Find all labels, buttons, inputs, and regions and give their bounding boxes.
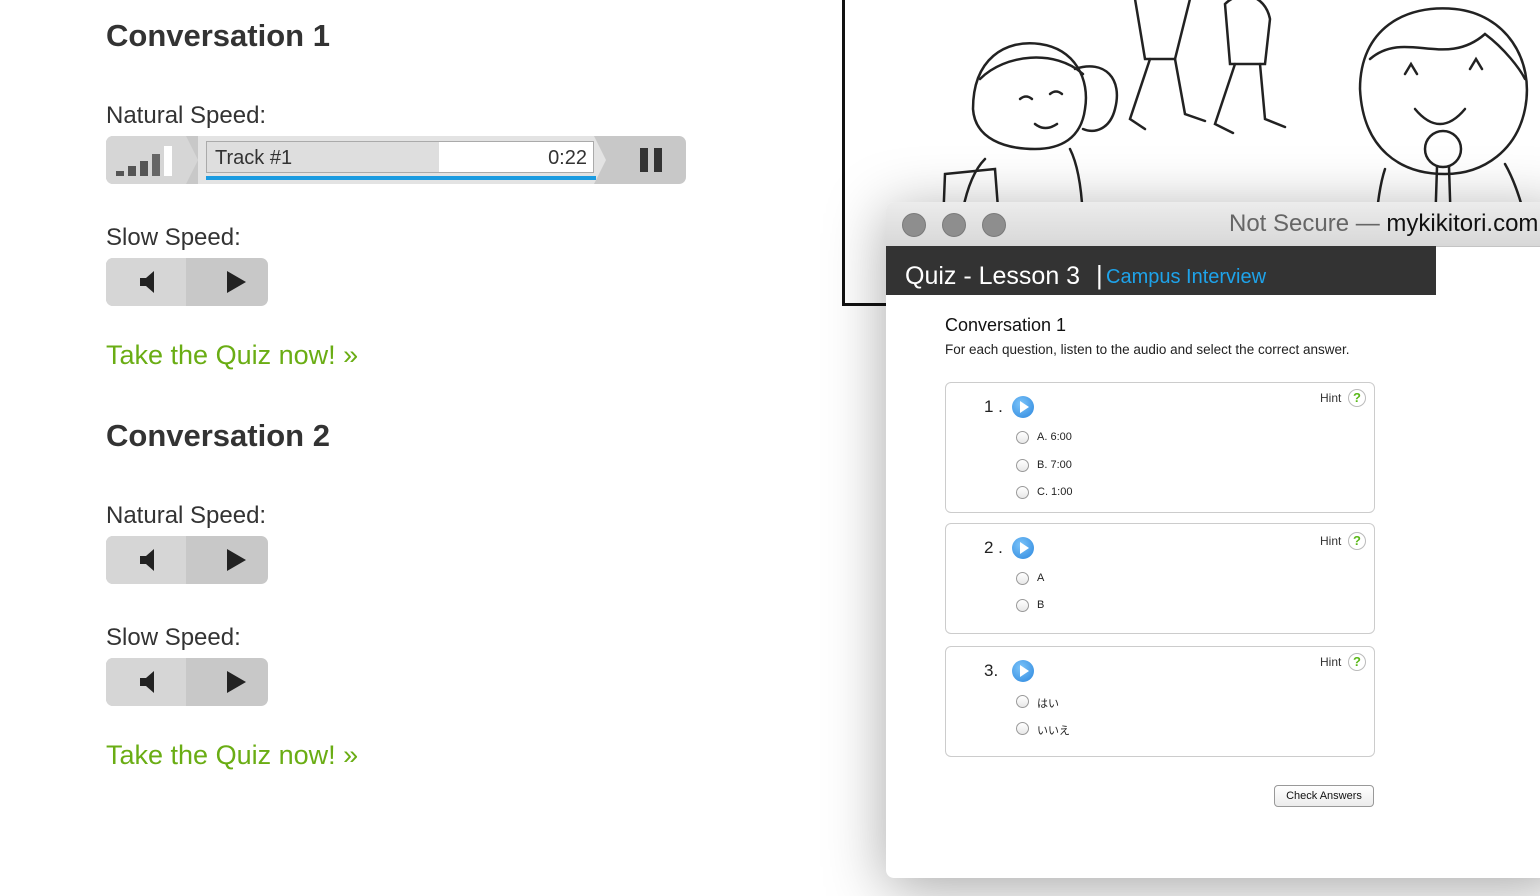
track-display[interactable]: Track #1 0:22: [206, 141, 594, 173]
hint-label: Hint: [1320, 391, 1342, 405]
quiz-window: Not Secure — mykikitori.com Quiz - Lesso…: [886, 202, 1540, 878]
question-number: 1 .: [984, 397, 1003, 416]
pause-icon[interactable]: [640, 148, 664, 172]
quiz-header: Quiz - Lesson 3 | Campus Interview: [886, 246, 1436, 295]
audio-play-icon[interactable]: [1012, 396, 1034, 418]
audio-play-icon[interactable]: [1012, 660, 1034, 682]
volume-icon[interactable]: [136, 270, 160, 294]
progress-bar[interactable]: [206, 176, 596, 180]
radio-button[interactable]: [1016, 431, 1029, 444]
play-icon[interactable]: [224, 270, 248, 294]
radio-button[interactable]: [1016, 459, 1029, 472]
window-url: Not Secure — mykikitori.com: [1229, 210, 1538, 238]
play-icon[interactable]: [224, 670, 248, 694]
radio-button[interactable]: [1016, 722, 1029, 735]
question-card-1: 1 . Hint ? A. 6:00 B. 7:00 C. 1:00: [945, 382, 1375, 513]
quiz-subtitle: Campus Interview: [1106, 266, 1267, 288]
natural-speed-label: Natural Speed:: [106, 102, 267, 129]
slow-speed-label: Slow Speed:: [106, 224, 241, 251]
audio-play-icon[interactable]: [1012, 537, 1034, 559]
audio-player-natural-2: [106, 536, 268, 584]
conversation-1-title: Conversation 1: [106, 18, 330, 53]
volume-segment[interactable]: [106, 136, 198, 184]
volume-icon[interactable]: [136, 670, 160, 694]
audio-player-expanded: Track #1 0:22: [106, 136, 686, 184]
close-window-button[interactable]: [902, 213, 926, 237]
option-label: B. 7:00: [1037, 459, 1072, 471]
quiz-conversation-heading: Conversation 1: [945, 315, 1067, 335]
option-label: B: [1037, 599, 1045, 611]
minimize-window-button[interactable]: [942, 213, 966, 237]
audio-player-slow-1: [106, 258, 268, 306]
radio-button[interactable]: [1016, 572, 1029, 585]
audio-player-slow-2: [106, 658, 268, 706]
quiz-title: Quiz - Lesson 3: [905, 262, 1081, 290]
security-status: Not Secure —: [1229, 210, 1387, 237]
question-number: 2 .: [984, 538, 1003, 557]
slow-speed-label: Slow Speed:: [106, 624, 241, 651]
question-number: 3.: [984, 661, 999, 680]
option-label: A. 6:00: [1037, 431, 1072, 443]
radio-button[interactable]: [1016, 486, 1029, 499]
hint-label: Hint: [1320, 655, 1342, 669]
title-separator: |: [1096, 260, 1103, 290]
volume-level-icon[interactable]: [116, 146, 182, 176]
take-quiz-link-1[interactable]: Take the Quiz now! »: [106, 340, 358, 371]
take-quiz-link-2[interactable]: Take the Quiz now! »: [106, 740, 358, 771]
help-icon[interactable]: ?: [1348, 653, 1366, 671]
quiz-instructions: For each question, listen to the audio a…: [945, 342, 1350, 357]
option-label: A: [1037, 572, 1045, 584]
track-time: 0:22: [548, 147, 587, 169]
window-titlebar[interactable]: Not Secure — mykikitori.com: [886, 202, 1540, 247]
zoom-window-button[interactable]: [982, 213, 1006, 237]
option-label: C. 1:00: [1037, 486, 1073, 498]
play-icon[interactable]: [224, 548, 248, 572]
check-answers-button[interactable]: Check Answers: [1274, 785, 1374, 807]
help-icon[interactable]: ?: [1348, 532, 1366, 550]
radio-button[interactable]: [1016, 695, 1029, 708]
volume-icon[interactable]: [136, 548, 160, 572]
question-card-2: 2 . Hint ? A B: [945, 523, 1375, 634]
conversation-2-title: Conversation 2: [106, 418, 330, 453]
option-label: はい: [1037, 698, 1059, 710]
question-card-3: 3. Hint ? はい いいえ: [945, 646, 1375, 757]
url-domain: mykikitori.com: [1386, 210, 1539, 237]
track-name: Track #1: [215, 147, 293, 169]
natural-speed-label: Natural Speed:: [106, 502, 267, 529]
help-icon[interactable]: ?: [1348, 389, 1366, 407]
option-label: いいえ: [1037, 725, 1070, 737]
hint-label: Hint: [1320, 534, 1342, 548]
progress-fill: [206, 176, 596, 180]
lesson-page: Conversation 1 Natural Speed: Track #1 0…: [0, 0, 840, 896]
radio-button[interactable]: [1016, 599, 1029, 612]
